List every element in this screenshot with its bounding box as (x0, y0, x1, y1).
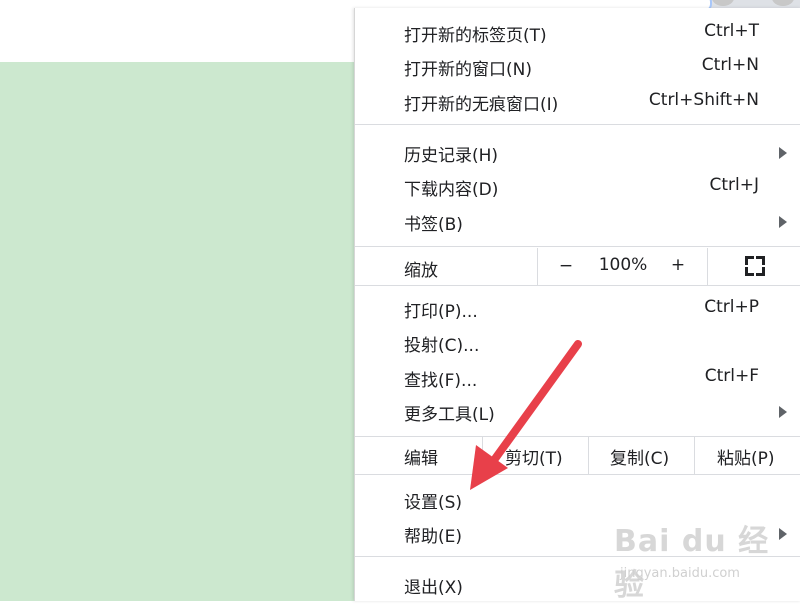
edit-label: 编辑 (404, 449, 438, 469)
menu-item-new-tab[interactable]: 打开新的标签页(T) Ctrl+T (355, 15, 800, 49)
menu-divider (355, 124, 800, 125)
submenu-arrow-icon (779, 216, 787, 228)
shortcut-label: Ctrl+Shift+N (648, 90, 759, 110)
baidu-jingyan-watermark: Bai du 经验 (614, 524, 770, 603)
menu-item-label: 查找(F)... (404, 371, 478, 391)
menu-item-label: 更多工具(L) (404, 405, 495, 425)
zoom-divider (707, 248, 708, 285)
menu-item-label: 打开新的无痕窗口(I) (404, 95, 559, 115)
menu-item-new-window[interactable]: 打开新的窗口(N) Ctrl+N (355, 49, 800, 83)
menu-divider (355, 474, 800, 475)
menu-divider (355, 285, 800, 286)
zoom-level: 100% (598, 255, 648, 275)
menu-item-label: 打印(P)... (404, 302, 478, 322)
zoom-label: 缩放 (404, 261, 438, 281)
menu-item-bookmarks[interactable]: 书签(B) (355, 204, 800, 238)
menu-item-label: 退出(X) (404, 578, 463, 598)
fullscreen-icon[interactable] (745, 256, 765, 276)
edit-row: 编辑 剪切(T) 复制(C) 粘贴(P) (355, 436, 800, 474)
zoom-divider (537, 248, 538, 285)
menu-item-label: 设置(S) (404, 493, 463, 513)
submenu-arrow-icon (779, 147, 787, 159)
menu-item-label: 打开新的标签页(T) (404, 26, 547, 46)
zoom-in-button[interactable]: + (667, 255, 689, 275)
edit-divider (482, 436, 483, 474)
menu-item-more-tools[interactable]: 更多工具(L) (355, 394, 800, 428)
menu-item-label: 打开新的窗口(N) (404, 60, 532, 80)
menu-item-label: 帮助(E) (404, 527, 463, 547)
menu-divider (355, 246, 800, 247)
shortcut-label: Ctrl+F (704, 366, 759, 386)
menu-item-print[interactable]: 打印(P)... Ctrl+P (355, 291, 800, 325)
shortcut-label: Ctrl+P (704, 297, 759, 317)
zoom-out-button[interactable]: − (555, 256, 577, 276)
chrome-main-menu: 打开新的标签页(T) Ctrl+T 打开新的窗口(N) Ctrl+N 打开新的无… (354, 8, 800, 601)
shortcut-label: Ctrl+N (701, 55, 759, 75)
menu-item-downloads[interactable]: 下载内容(D) Ctrl+J (355, 169, 800, 203)
copy-button[interactable]: 复制(C) (610, 444, 669, 469)
menu-item-label: 历史记录(H) (404, 146, 499, 166)
menu-item-label: 书签(B) (404, 215, 463, 235)
menu-item-new-incognito[interactable]: 打开新的无痕窗口(I) Ctrl+Shift+N (355, 84, 800, 118)
menu-item-find[interactable]: 查找(F)... Ctrl+F (355, 360, 800, 394)
page-content-area (0, 62, 354, 601)
watermark-url: jingyan.baidu.com (620, 566, 740, 581)
menu-item-cast[interactable]: 投射(C)... (355, 325, 800, 359)
shortcut-label: Ctrl+J (709, 175, 759, 195)
menu-item-settings[interactable]: 设置(S) (355, 482, 800, 516)
cut-button[interactable]: 剪切(T) (505, 444, 563, 469)
submenu-arrow-icon (779, 406, 787, 418)
menu-item-label: 下载内容(D) (404, 180, 499, 200)
edit-divider (588, 436, 589, 474)
edit-divider (694, 436, 695, 474)
menu-item-history[interactable]: 历史记录(H) (355, 135, 800, 169)
paste-button[interactable]: 粘贴(P) (717, 444, 775, 469)
zoom-row: 缩放 − 100% + (355, 248, 800, 285)
page-header-area (0, 10, 354, 62)
shortcut-label: Ctrl+T (704, 21, 759, 41)
menu-item-label: 投射(C)... (404, 336, 480, 356)
